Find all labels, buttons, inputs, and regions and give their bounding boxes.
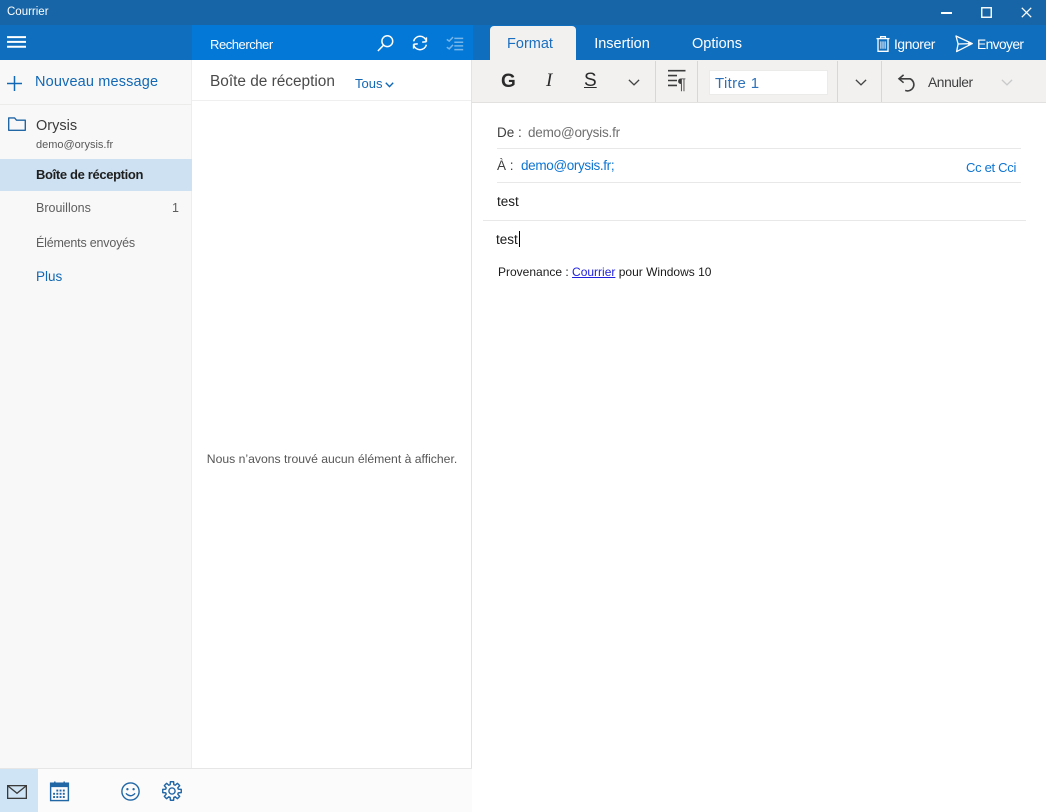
svg-text:¶: ¶ [678, 77, 687, 93]
